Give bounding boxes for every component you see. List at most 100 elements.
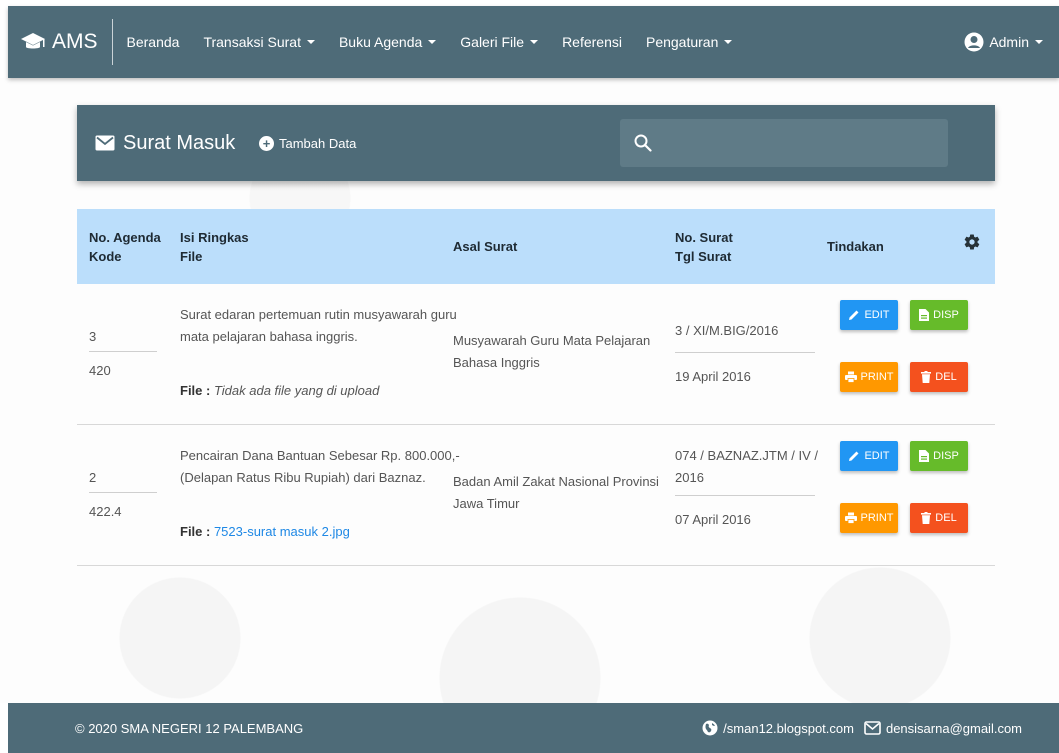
disp-button[interactable]: DISP: [910, 441, 968, 471]
caret-down-icon: [306, 40, 315, 44]
col-no-tgl: No. Surat Tgl Surat: [675, 209, 733, 284]
footer-links: /sman12.blogspot.com densisarna@gmail.co…: [692, 703, 1022, 753]
del-label: DEL: [935, 512, 957, 524]
del-label: DEL: [935, 371, 957, 383]
print-label: PRINT: [860, 512, 894, 524]
user-name: Admin: [989, 34, 1029, 50]
pencil-icon: [849, 310, 859, 320]
email-address: densisarna@gmail.com: [885, 720, 1022, 736]
envelope-icon: [95, 135, 115, 151]
isi-ringkas: Pencairan Dana Bantuan Sebesar Rp. 800.0…: [180, 445, 460, 489]
delete-button[interactable]: DEL: [910, 362, 968, 392]
file-label: File :: [180, 524, 214, 539]
document-icon: [919, 309, 930, 321]
edit-button[interactable]: EDIT: [840, 441, 898, 471]
nav-label: Referensi: [562, 34, 622, 50]
col-file-label: File: [180, 248, 203, 264]
nav-beranda[interactable]: Beranda: [127, 34, 180, 50]
print-label: PRINT: [860, 371, 894, 383]
table-row: 3 420 Surat edaran pertemuan rutin musya…: [77, 284, 995, 425]
isi-line: Pencairan Dana Bantuan Sebesar Rp. 800.0…: [180, 448, 460, 463]
brand-divider: [111, 19, 113, 65]
gear-icon[interactable]: [963, 233, 981, 251]
edit-label: EDIT: [864, 309, 890, 321]
nav-buku-agenda[interactable]: Buku Agenda: [338, 34, 437, 50]
search-box: [620, 119, 948, 167]
caret-down-icon: [724, 40, 733, 44]
no-surat: 3 / XI/M.BIG/2016: [675, 320, 778, 342]
search-input[interactable]: [664, 134, 928, 152]
no-surat-line: 074 / BAZNAZ.JTM / IV /: [675, 448, 819, 463]
nav-transaksi-surat[interactable]: Transaksi Surat: [203, 34, 315, 50]
blog-link[interactable]: /sman12.blogspot.com: [702, 720, 854, 736]
disp-label: DISP: [933, 309, 959, 321]
col-tgl-surat-label: Tgl Surat: [675, 248, 732, 264]
globe-icon: [702, 720, 718, 736]
cell-divider: [89, 351, 157, 352]
asal-surat: Badan Amil Zakat Nasional Provinsi Jawa …: [453, 471, 659, 515]
user-circle-icon: [964, 32, 984, 52]
search-icon: [634, 134, 652, 152]
edit-label: EDIT: [864, 450, 890, 462]
tgl-surat: 19 April 2016: [675, 369, 751, 384]
table-row: 2 422.4 Pencairan Dana Bantuan Sebesar R…: [77, 425, 995, 566]
top-navbar: AMS Beranda Transaksi Surat Buku Agenda …: [8, 6, 1059, 78]
printer-icon: [844, 371, 857, 383]
caret-down-icon: [530, 40, 539, 44]
document-icon: [919, 450, 930, 462]
file-value: Tidak ada file yang di upload: [213, 383, 380, 398]
file-label: File :: [180, 383, 214, 398]
no-surat: 074 / BAZNAZ.JTM / IV / 2016: [675, 445, 818, 489]
nav-label: Transaksi Surat: [203, 34, 301, 50]
delete-button[interactable]: DEL: [910, 503, 968, 533]
file-link[interactable]: 7523-surat masuk 2.jpg: [214, 524, 350, 539]
col-isi-file: Isi Ringkas File: [180, 209, 249, 284]
nav-referensi[interactable]: Referensi: [562, 34, 622, 50]
edit-button[interactable]: EDIT: [840, 300, 898, 330]
asal-line: Jawa Timur: [453, 496, 520, 511]
col-asal: Asal Surat: [453, 209, 517, 284]
add-data-label: Tambah Data: [279, 135, 357, 151]
nav-label: Beranda: [126, 34, 180, 50]
page-title-text: Surat Masuk: [123, 131, 236, 154]
cell-divider: [675, 495, 815, 496]
plus-circle-icon: +: [259, 135, 274, 151]
file-info: File : 7523-surat masuk 2.jpg: [180, 521, 350, 543]
envelope-icon: [864, 721, 881, 735]
cell-divider: [675, 352, 815, 353]
brand-logo[interactable]: AMS: [8, 6, 98, 78]
col-kode-label: Kode: [89, 248, 122, 264]
nav-label: Buku Agenda: [338, 34, 423, 50]
printer-icon: [844, 512, 857, 524]
disp-button[interactable]: DISP: [910, 300, 968, 330]
print-button[interactable]: PRINT: [840, 362, 898, 392]
tgl-surat: 07 April 2016: [675, 512, 751, 527]
col-agenda-kode: No. Agenda Kode: [89, 209, 161, 284]
nav-galeri-file[interactable]: Galeri File: [460, 34, 539, 50]
email-link[interactable]: densisarna@gmail.com: [864, 721, 1022, 736]
nav-label: Pengaturan: [645, 34, 719, 50]
asal-line: Musyawarah Guru Mata Pelajaran: [453, 333, 651, 348]
no-surat-line: 2016: [675, 470, 704, 485]
nav-label: Galeri File: [460, 34, 525, 50]
agenda-number: 2: [89, 470, 97, 485]
brand-name: AMS: [52, 30, 98, 53]
add-data-button[interactable]: + Tambah Data: [259, 105, 356, 181]
asal-surat: Musyawarah Guru Mata Pelajaran Bahasa In…: [453, 330, 650, 374]
kode-value: 422.4: [89, 504, 122, 519]
kode-value: 420: [89, 363, 111, 378]
agenda-number: 3: [89, 329, 97, 344]
isi-ringkas: Surat edaran pertemuan rutin musyawarah …: [180, 304, 457, 348]
col-agenda-label: No. Agenda: [89, 229, 161, 245]
user-menu[interactable]: Admin: [964, 6, 1043, 78]
cell-divider: [89, 492, 157, 493]
print-button[interactable]: PRINT: [840, 503, 898, 533]
isi-line: Surat edaran pertemuan rutin musyawarah …: [180, 307, 457, 322]
caret-down-icon: [1035, 40, 1043, 44]
table-header: No. Agenda Kode Isi Ringkas File Asal Su…: [77, 209, 995, 284]
blog-url: /sman12.blogspot.com: [723, 720, 854, 736]
isi-line: (Delapan Ratus Ribu Rupiah) dari Baznaz.: [180, 470, 426, 485]
nav-pengaturan[interactable]: Pengaturan: [645, 34, 733, 50]
col-tindakan-label: Tindakan: [827, 239, 884, 254]
isi-line: mata pelajaran bahasa inggris.: [180, 329, 358, 344]
